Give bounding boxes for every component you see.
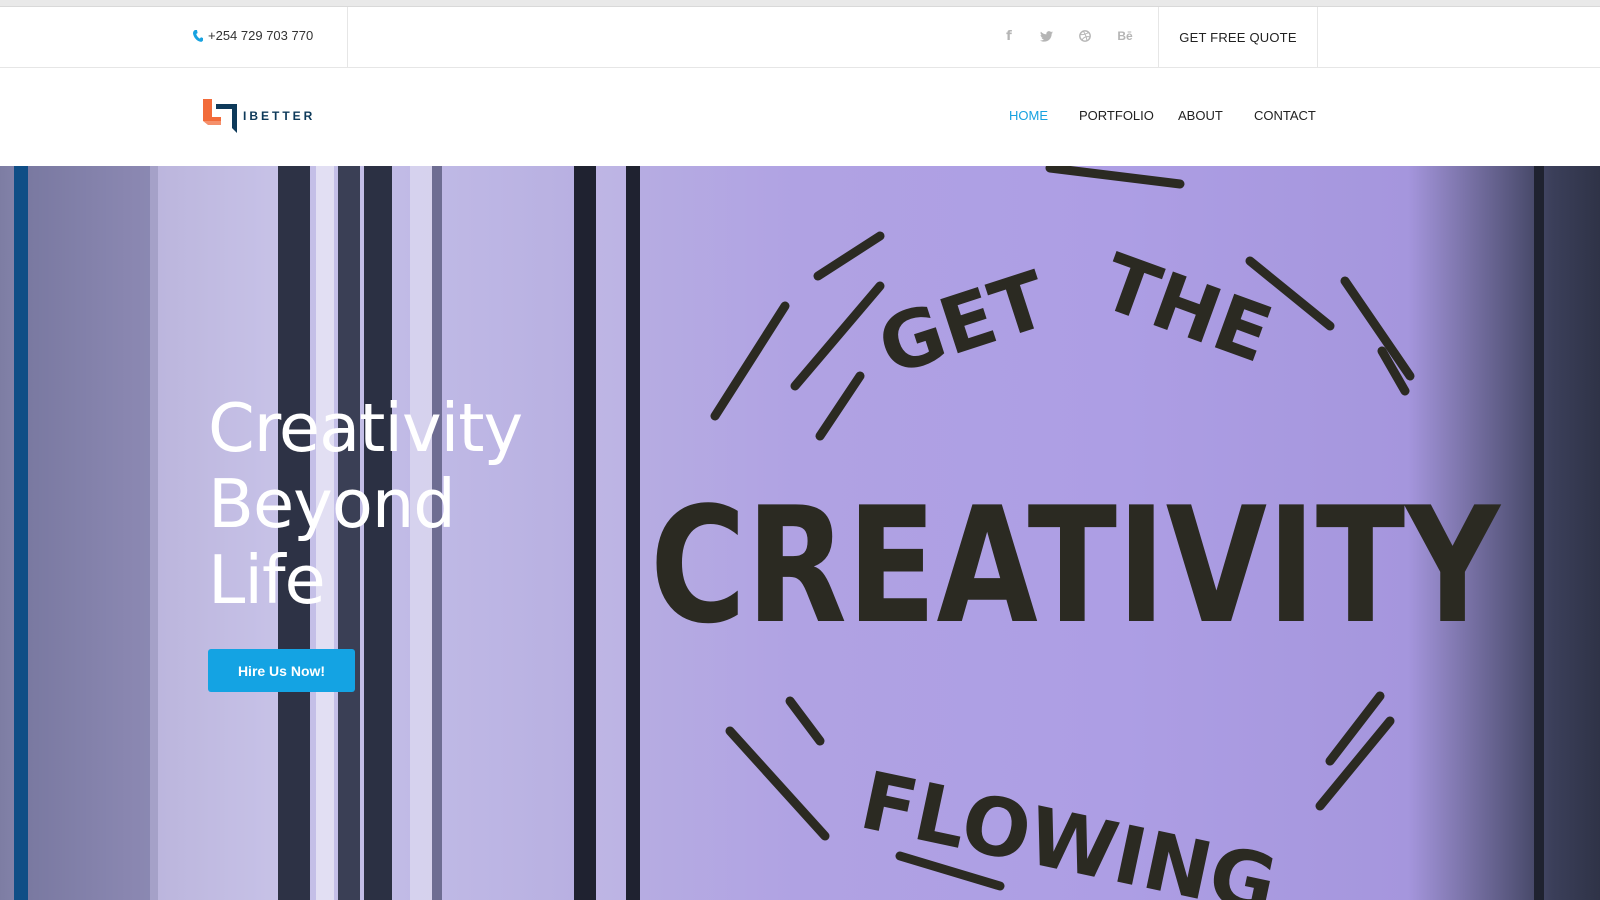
svg-text:GET: GET <box>868 255 1058 393</box>
hire-us-button[interactable]: Hire Us Now! <box>208 649 355 692</box>
nav-contact[interactable]: CONTACT <box>1254 108 1316 123</box>
top-bar: +254 729 703 770 f Bē GET FREE QUOTE <box>0 7 1600 68</box>
facebook-link[interactable]: f <box>1002 26 1016 46</box>
brand-name: IBETTER <box>243 109 316 123</box>
browser-top-strip <box>0 0 1600 7</box>
nav-portfolio[interactable]: PORTFOLIO <box>1079 108 1154 123</box>
behance-link[interactable]: Bē <box>1116 26 1134 46</box>
hero-title-line-3: Life <box>208 541 326 619</box>
quote-cell: GET FREE QUOTE <box>1158 7 1318 67</box>
dribbble-link[interactable] <box>1077 26 1093 46</box>
hero-title-line-2: Beyond <box>208 465 456 543</box>
hero-title: Creativity Beyond Life <box>208 390 568 618</box>
twitter-link[interactable] <box>1038 26 1054 46</box>
hero-accent-bar <box>14 166 28 900</box>
ibetter-logo-icon <box>203 99 237 133</box>
dribbble-icon <box>1079 30 1091 42</box>
hero-title-line-1: Creativity <box>208 389 523 467</box>
phone-number: +254 729 703 770 <box>208 28 314 43</box>
main-navbar: IBETTER HOME PORTFOLIO ABOUT CONTACT <box>0 68 1600 166</box>
nav-about[interactable]: ABOUT <box>1178 108 1223 123</box>
svg-text:CREATIVITY: CREATIVITY <box>650 472 1502 659</box>
phone-icon <box>193 29 203 42</box>
phone-contact[interactable]: +254 729 703 770 <box>193 28 313 43</box>
svg-text:FLOWING: FLOWING <box>853 754 1285 900</box>
facebook-icon: f <box>1006 28 1012 44</box>
nav-home[interactable]: HOME <box>1009 108 1048 123</box>
get-free-quote-button[interactable]: GET FREE QUOTE <box>1179 30 1296 45</box>
phone-cell: +254 729 703 770 <box>0 7 348 67</box>
twitter-icon <box>1039 30 1053 42</box>
behance-icon: Bē <box>1117 29 1133 43</box>
hero-section: GET THE CREATIVITY FLOWING Creativity Be… <box>0 166 1600 900</box>
site-logo[interactable]: IBETTER <box>203 99 315 133</box>
